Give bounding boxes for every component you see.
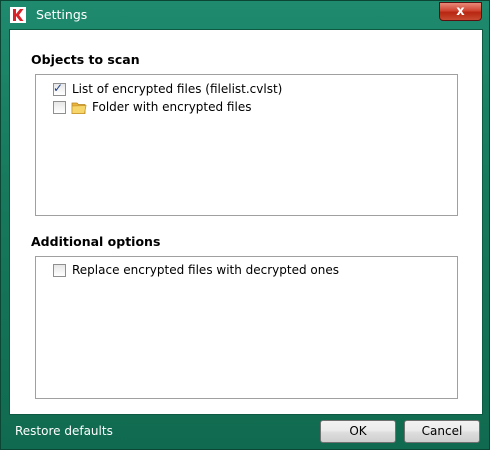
cancel-button[interactable]: Cancel (404, 420, 480, 443)
objects-to-scan-list[interactable]: ✓ List of encrypted files (filelist.cvls… (35, 74, 458, 216)
replace-files-label: Replace encrypted files with decrypted o… (72, 263, 340, 277)
filelist-checkbox[interactable]: ✓ (53, 81, 66, 96)
folder-icon (71, 102, 87, 114)
close-button[interactable]: x (439, 2, 482, 21)
folder-label: Folder with encrypted files (92, 100, 252, 114)
kaspersky-logo-icon (10, 7, 26, 23)
additional-options-list[interactable]: Replace encrypted files with decrypted o… (35, 256, 458, 399)
ok-button[interactable]: OK (320, 420, 396, 443)
objects-to-scan-heading: Objects to scan (31, 52, 140, 67)
list-item[interactable]: ✓ List of encrypted files (filelist.cvls… (36, 81, 456, 99)
list-item[interactable]: Folder with encrypted files (36, 99, 456, 117)
settings-content: Objects to scan ✓ List of encrypted file… (9, 29, 483, 415)
close-icon: x (456, 4, 465, 19)
list-item[interactable]: Replace encrypted files with decrypted o… (36, 262, 456, 280)
filelist-label: List of encrypted files (filelist.cvlst) (72, 82, 283, 96)
button-bar: Restore defaults OK Cancel (1, 414, 489, 450)
settings-window: Settings x Objects to scan ✓ List of enc… (0, 0, 490, 450)
additional-options-heading: Additional options (31, 234, 161, 249)
window-title: Settings (36, 7, 88, 22)
restore-defaults-link[interactable]: Restore defaults (15, 424, 113, 438)
title-bar[interactable]: Settings x (1, 1, 489, 29)
checkmark-icon: ✓ (53, 81, 64, 95)
folder-checkbox[interactable] (53, 101, 66, 114)
replace-files-checkbox[interactable] (53, 264, 66, 277)
